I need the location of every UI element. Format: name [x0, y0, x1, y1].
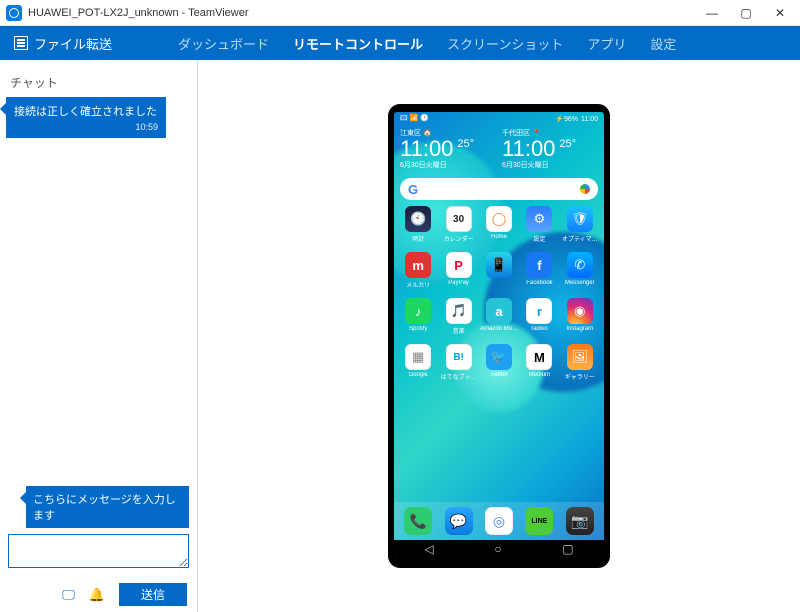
app-radiko[interactable]: rradiko: [519, 298, 559, 342]
mic-icon[interactable]: [580, 184, 590, 194]
nav-back-icon[interactable]: ◁: [424, 542, 433, 556]
app-メルカリ[interactable]: mメルカリ: [398, 252, 438, 296]
app-Medium[interactable]: MMedium: [519, 344, 559, 388]
app-PayPay[interactable]: PPayPay: [438, 252, 478, 296]
nav-dashboard[interactable]: ダッシュボード: [166, 34, 281, 53]
chat-sidebar: チャット 接続は正しく確立されました 10:59 こちらにメッセージを入力します…: [0, 60, 198, 612]
bell-icon[interactable]: 🔔: [89, 587, 105, 603]
maximize-button[interactable]: ▢: [736, 6, 756, 20]
google-search-widget[interactable]: G: [400, 178, 598, 200]
teamviewer-logo-icon: [6, 5, 22, 21]
google-logo-icon: G: [408, 182, 418, 197]
dock-camera[interactable]: 📷: [566, 507, 594, 535]
chat-message-time: 10:59: [14, 122, 158, 132]
dock-line[interactable]: LINE: [525, 507, 553, 535]
screenshot-icon[interactable]: 🖵: [62, 587, 75, 603]
app-ギャラリー[interactable]: 🖼ギャラリー: [560, 344, 600, 388]
chat-hint-text: こちらにメッセージを入力します: [33, 494, 176, 522]
titlebar: HUAWEI_POT-LX2J_unknown - TeamViewer — ▢…: [0, 0, 800, 26]
status-battery: ⚡96%: [555, 115, 578, 123]
close-button[interactable]: ✕: [770, 6, 790, 20]
clock1-time: 11:00: [400, 138, 453, 160]
phone-frame: ⧉ ✕ 🖾 📶 🕒 ⚡96% 11:00 江東区 🏠 11:00: [388, 104, 610, 568]
app-Home[interactable]: ◯Home: [479, 206, 519, 250]
app-Facebook[interactable]: fFacebook: [519, 252, 559, 296]
chat-input-area: こちらにメッセージを入力します: [8, 486, 189, 573]
app-カレンダー[interactable]: 30カレンダー: [438, 206, 478, 250]
nav-apps[interactable]: アプリ: [575, 34, 638, 53]
app-Messenger[interactable]: ✆Messenger: [560, 252, 600, 296]
nav-settings[interactable]: 設定: [638, 34, 688, 53]
file-transfer-label: ファイル転送: [34, 34, 112, 53]
clock1-date: 6月30日火曜日: [400, 160, 496, 170]
app-Instagram[interactable]: ◉Instagram: [560, 298, 600, 342]
app-Google[interactable]: ▦Google: [398, 344, 438, 388]
send-button[interactable]: 送信: [119, 583, 187, 606]
app-音楽[interactable]: 🎵音楽: [438, 298, 478, 342]
dock-chrome[interactable]: ◎: [485, 507, 513, 535]
nav-home-icon[interactable]: ○: [494, 542, 501, 556]
app-オプティマ…[interactable]: 🛡オプティマ…: [560, 206, 600, 250]
phone-statusbar: 🖾 📶 🕒 ⚡96% 11:00: [394, 112, 604, 126]
top-nav: ファイル転送 ダッシュボード リモートコントロール スクリーンショット アプリ …: [0, 26, 800, 60]
chat-hint-bubble: こちらにメッセージを入力します: [26, 486, 189, 528]
clock2-time: 11:00: [502, 138, 555, 160]
chat-input[interactable]: [8, 534, 189, 568]
remote-view: ⧉ ✕ 🖾 📶 🕒 ⚡96% 11:00 江東区 🏠 11:00: [198, 60, 800, 612]
window-controls: — ▢ ✕: [702, 6, 790, 20]
status-time: 11:00: [581, 116, 598, 123]
minimize-button[interactable]: —: [702, 6, 722, 20]
content: チャット 接続は正しく確立されました 10:59 こちらにメッセージを入力します…: [0, 60, 800, 612]
clock2-date: 6月30日火曜日: [502, 160, 598, 170]
clock2-temp: 25°: [559, 138, 576, 150]
chat-heading: チャット: [0, 70, 197, 97]
app-設定[interactable]: ⚙設定: [519, 206, 559, 250]
file-transfer-button[interactable]: ファイル転送: [0, 26, 126, 60]
clock1-temp: 25°: [457, 138, 474, 150]
chat-message-text: 接続は正しく確立されました: [14, 106, 157, 118]
app-slot7[interactable]: 📱: [479, 252, 519, 296]
app-grid: 🕙時計30カレンダー◯Home⚙設定🛡オプティマ… mメルカリPPayPay📱fF…: [394, 206, 604, 502]
phone-navbar: ◁ ○ ▢: [394, 540, 604, 558]
phone-screen[interactable]: 🖾 📶 🕒 ⚡96% 11:00 江東区 🏠 11:00 25° 6月30日火曜…: [394, 112, 604, 558]
dock-messages[interactable]: 💬: [445, 507, 473, 535]
app-Spotify[interactable]: ♪Spotify: [398, 298, 438, 342]
window-title: HUAWEI_POT-LX2J_unknown - TeamViewer: [28, 7, 702, 19]
chat-message: 接続は正しく確立されました 10:59: [6, 97, 166, 138]
dock-phone[interactable]: 📞: [404, 507, 432, 535]
clock-widget[interactable]: 江東区 🏠 11:00 25° 6月30日火曜日 千代田区 📍 11:00 25…: [394, 126, 604, 170]
nav-screenshot[interactable]: スクリーンショット: [435, 34, 575, 53]
app-Amazon Mu…[interactable]: aAmazon Mu…: [479, 298, 519, 342]
app-時計[interactable]: 🕙時計: [398, 206, 438, 250]
status-left: 🖾 📶 🕒: [400, 114, 429, 125]
app-Twitter[interactable]: 🐦Twitter: [479, 344, 519, 388]
file-transfer-icon: [14, 36, 28, 50]
nav-recents-icon[interactable]: ▢: [562, 542, 573, 556]
phone-dock: 📞 💬 ◎ LINE 📷: [394, 502, 604, 540]
chat-actions: 🖵 🔔 送信: [0, 579, 197, 606]
app-はてなブッ…[interactable]: B!はてなブッ…: [438, 344, 478, 388]
nav-remote-control[interactable]: リモートコントロール: [281, 34, 435, 53]
